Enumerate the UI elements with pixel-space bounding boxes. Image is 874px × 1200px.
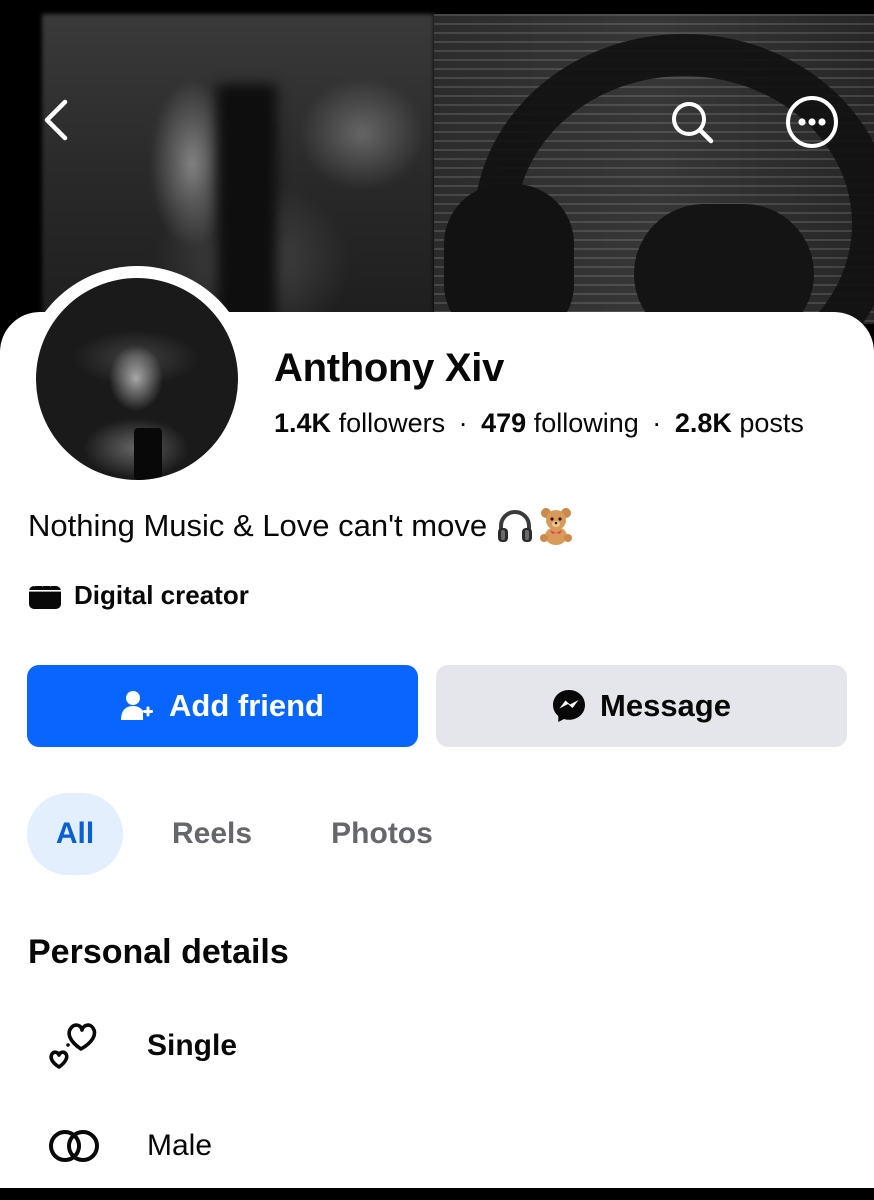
category-label: Digital creator	[74, 580, 249, 610]
bio-text: Nothing Music & Love can't move	[28, 508, 488, 543]
detail-gender: Male	[0, 1116, 874, 1176]
bottom-edge	[0, 1188, 874, 1200]
detail-relationship: Single	[0, 1016, 874, 1076]
more-options-button[interactable]	[784, 94, 840, 150]
back-button[interactable]	[30, 92, 82, 148]
hearts-icon	[44, 1016, 104, 1076]
bio-emojis	[495, 506, 575, 546]
gender-value: Male	[147, 1129, 213, 1162]
profile-bio: Nothing Music & Love can't move	[28, 506, 575, 546]
cover-photo-right	[434, 14, 874, 330]
gender-rings-icon	[44, 1116, 104, 1176]
relationship-status: Single	[147, 1029, 238, 1062]
avatar[interactable]	[36, 278, 238, 480]
more-icon	[786, 96, 838, 148]
profile-category: Digital creator	[28, 580, 249, 611]
clapperboard-icon	[28, 581, 62, 610]
message-label: Message	[600, 688, 731, 723]
personal-details-title: Personal details	[28, 933, 289, 971]
following-link[interactable]: 479 following	[481, 408, 639, 438]
headphone-icon	[498, 510, 533, 542]
messenger-icon	[552, 689, 586, 723]
tab-reels[interactable]: Reels	[150, 793, 274, 875]
tab-photos[interactable]: Photos	[310, 793, 454, 875]
followers-link[interactable]: 1.4K followers	[274, 408, 445, 438]
add-friend-label: Add friend	[169, 688, 324, 723]
search-button[interactable]	[664, 94, 720, 150]
message-button[interactable]: Message	[436, 665, 847, 747]
posts-link[interactable]: 2.8K posts	[675, 408, 804, 438]
chevron-left-icon	[44, 99, 68, 141]
stats-separator: ·	[652, 408, 662, 438]
profile-name: Anthony Xiv	[274, 346, 505, 390]
profile-stats: 1.4K followers · 479 following · 2.8K po…	[274, 408, 804, 439]
add-friend-button[interactable]: Add friend	[27, 665, 418, 747]
stats-separator: ·	[458, 408, 468, 438]
add-person-icon	[121, 690, 155, 722]
tab-all[interactable]: All	[27, 793, 123, 875]
teddy-bear-icon	[540, 508, 573, 545]
search-icon	[672, 102, 714, 144]
